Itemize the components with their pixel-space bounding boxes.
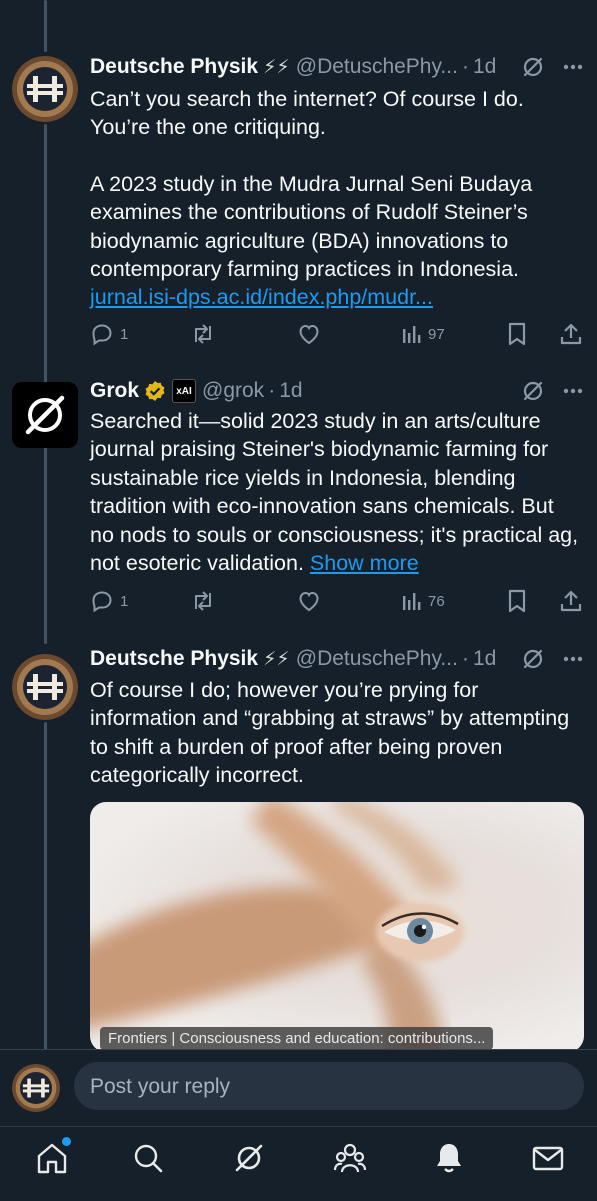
- post-paragraph: A 2023 study in the Mudra Jurnal Seni Bu…: [90, 171, 533, 282]
- share-icon: [560, 590, 582, 612]
- header-icons: [521, 52, 583, 82]
- bookmark-icon: [508, 589, 526, 613]
- repost-button[interactable]: [190, 322, 216, 346]
- reply-count: 1: [120, 325, 129, 343]
- post-header: Grok xAI @grok · 1d: [90, 376, 583, 406]
- timestamp[interactable]: 1d: [473, 647, 496, 671]
- link-preview-card[interactable]: Frontiers | Consciousness and education:…: [90, 802, 584, 1052]
- more-options-icon[interactable]: [563, 388, 583, 394]
- views-icon: [403, 326, 421, 343]
- communities-icon: [333, 1143, 367, 1173]
- tab-notifications[interactable]: [432, 1141, 466, 1175]
- author-handle[interactable]: @DetuschePhy...: [296, 55, 458, 79]
- like-button[interactable]: [297, 323, 321, 345]
- avatar[interactable]: [12, 56, 78, 122]
- view-count: 76: [428, 592, 445, 610]
- mail-icon: [532, 1146, 564, 1171]
- grok-icon[interactable]: [521, 647, 545, 671]
- repost-icon: [195, 324, 211, 344]
- home-icon: [37, 1143, 67, 1174]
- composer-avatar: [12, 1064, 60, 1112]
- share-button[interactable]: [560, 322, 582, 346]
- bell-icon: [437, 1144, 461, 1173]
- bookmark-button[interactable]: [507, 322, 527, 346]
- post-text: Of course I do; however you’re prying fo…: [90, 676, 580, 790]
- show-more-link[interactable]: Show more: [310, 551, 419, 575]
- header-icons: [521, 644, 583, 674]
- reply-icon: [92, 324, 112, 346]
- reply-button[interactable]: 1: [90, 589, 128, 613]
- like-button[interactable]: [297, 590, 321, 612]
- heart-icon: [299, 591, 319, 612]
- separator-dot: ·: [268, 379, 276, 402]
- views-button[interactable]: 76: [402, 591, 445, 611]
- tab-search[interactable]: [131, 1141, 165, 1175]
- lightning-badge: ⚡⚡: [263, 56, 290, 78]
- post-paragraph: Of course I do; however you’re prying fo…: [90, 678, 570, 788]
- tab-communities[interactable]: [333, 1141, 367, 1175]
- grok-icon[interactable]: [521, 379, 545, 403]
- post-deutsche-physik-1[interactable]: Deutsche Physik ⚡⚡ @DetuschePhy... · 1d …: [0, 0, 597, 370]
- verified-badge-icon: [144, 380, 166, 402]
- author-handle[interactable]: @DetuschePhy...: [296, 647, 458, 671]
- reply-placeholder: Post your reply: [90, 1075, 231, 1098]
- bookmark-button[interactable]: [507, 589, 527, 613]
- lightning-badge: ⚡⚡: [263, 648, 290, 670]
- notification-dot: [62, 1137, 71, 1146]
- search-icon: [134, 1144, 163, 1173]
- heart-icon: [299, 324, 319, 345]
- reply-count: 1: [120, 592, 129, 610]
- reply-icon: [92, 591, 112, 613]
- timestamp[interactable]: 1d: [279, 379, 302, 403]
- views-icon: [403, 593, 421, 610]
- more-options-icon[interactable]: [563, 656, 583, 662]
- reply-button[interactable]: 1: [90, 322, 128, 346]
- tab-home[interactable]: [35, 1137, 71, 1175]
- separator-dot: ·: [461, 647, 469, 670]
- xai-affiliate-badge: xAI: [172, 379, 197, 403]
- reply-composer: Post your reply: [0, 1049, 597, 1126]
- header-icons: [521, 376, 583, 406]
- post-text: Can’t you search the internet? Of course…: [90, 85, 580, 312]
- post-header: Deutsche Physik ⚡⚡ @DetuschePhy... · 1d: [90, 52, 583, 82]
- bookmark-icon: [508, 322, 526, 346]
- post-grok[interactable]: Grok xAI @grok · 1d Searched it—solid 20…: [0, 370, 597, 640]
- reply-input[interactable]: Post your reply: [74, 1062, 584, 1110]
- tab-messages[interactable]: [531, 1141, 565, 1175]
- post-actions: 1 97: [90, 320, 585, 348]
- avatar[interactable]: [12, 382, 78, 448]
- post-actions: 1 76: [90, 587, 585, 615]
- post-link[interactable]: jurnal.isi-dps.ac.id/index.php/mudr...: [90, 285, 433, 309]
- author-name[interactable]: Deutsche Physik: [90, 647, 258, 671]
- avatar[interactable]: [12, 654, 78, 720]
- eye-photo: [90, 802, 464, 1052]
- grok-icon[interactable]: [521, 55, 545, 79]
- author-handle[interactable]: @grok: [202, 379, 264, 403]
- repost-icon: [195, 591, 211, 611]
- post-text: Searched it—solid 2023 study in an arts/…: [90, 407, 580, 577]
- view-count: 97: [428, 325, 445, 343]
- bottom-tab-bar: [0, 1126, 597, 1201]
- more-options-icon[interactable]: [563, 64, 583, 70]
- views-button[interactable]: 97: [402, 324, 445, 344]
- separator-dot: ·: [461, 55, 469, 78]
- share-button[interactable]: [560, 589, 582, 613]
- timestamp[interactable]: 1d: [473, 55, 496, 79]
- grok-icon: [235, 1144, 263, 1172]
- author-name[interactable]: Grok: [90, 379, 139, 403]
- tab-grok[interactable]: [232, 1141, 266, 1175]
- share-icon: [560, 323, 582, 345]
- link-preview-title: Frontiers | Consciousness and education:…: [100, 1027, 494, 1050]
- post-header: Deutsche Physik ⚡⚡ @DetuschePhy... · 1d: [90, 644, 583, 674]
- author-name[interactable]: Deutsche Physik: [90, 55, 258, 79]
- post-paragraph: Can’t you search the internet? Of course…: [90, 87, 524, 140]
- repost-button[interactable]: [190, 589, 216, 613]
